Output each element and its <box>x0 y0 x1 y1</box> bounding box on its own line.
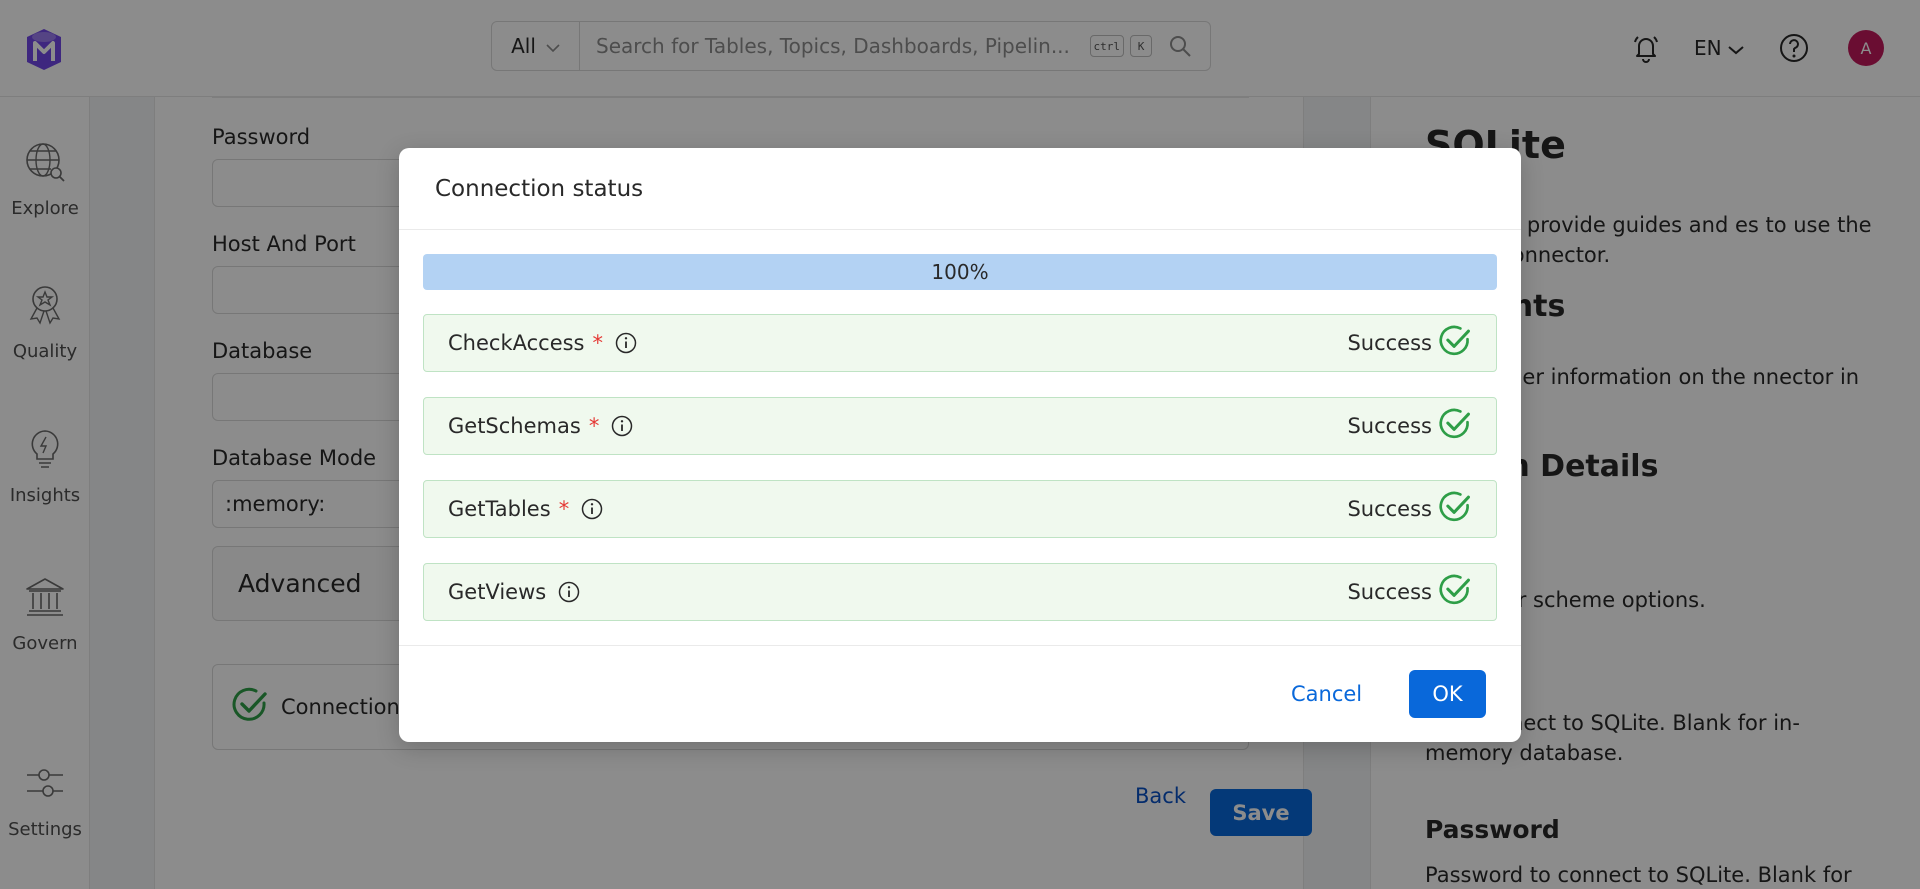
step-status: Success <box>1347 573 1472 612</box>
step-name: GetTables <box>448 497 551 521</box>
step-status: Success <box>1347 407 1472 446</box>
step-name: GetViews <box>448 580 547 604</box>
step-status-text: Success <box>1347 414 1432 438</box>
progress-bar: 100% <box>423 254 1497 290</box>
step-status: Success <box>1347 324 1472 363</box>
info-icon[interactable] <box>581 498 603 520</box>
check-circle-icon <box>1438 324 1472 363</box>
required-marker: * <box>592 331 604 355</box>
check-circle-icon <box>1438 573 1472 612</box>
step-row-check-access: CheckAccess * Success <box>423 314 1497 372</box>
step-status-text: Success <box>1347 331 1432 355</box>
step-status-text: Success <box>1347 497 1432 521</box>
info-icon[interactable] <box>558 581 580 603</box>
step-row-get-views: GetViews Success <box>423 563 1497 621</box>
ok-button[interactable]: OK <box>1409 670 1486 718</box>
required-marker: * <box>588 414 600 438</box>
info-icon[interactable] <box>611 415 633 437</box>
connection-status-modal: Connection status 100% CheckAccess * Suc… <box>399 148 1521 742</box>
step-row-get-schemas: GetSchemas * Success <box>423 397 1497 455</box>
required-marker: * <box>558 497 570 521</box>
modal-title: Connection status <box>399 148 1521 230</box>
step-name: GetSchemas <box>448 414 581 438</box>
info-icon[interactable] <box>615 332 637 354</box>
step-status: Success <box>1347 490 1472 529</box>
modal-footer: Cancel OK <box>399 645 1521 742</box>
step-status-text: Success <box>1347 580 1432 604</box>
step-row-get-tables: GetTables * Success <box>423 480 1497 538</box>
check-circle-icon <box>1438 490 1472 529</box>
cancel-button[interactable]: Cancel <box>1291 682 1362 706</box>
progress-label: 100% <box>931 260 989 284</box>
check-circle-icon <box>1438 407 1472 446</box>
step-name: CheckAccess <box>448 331 585 355</box>
